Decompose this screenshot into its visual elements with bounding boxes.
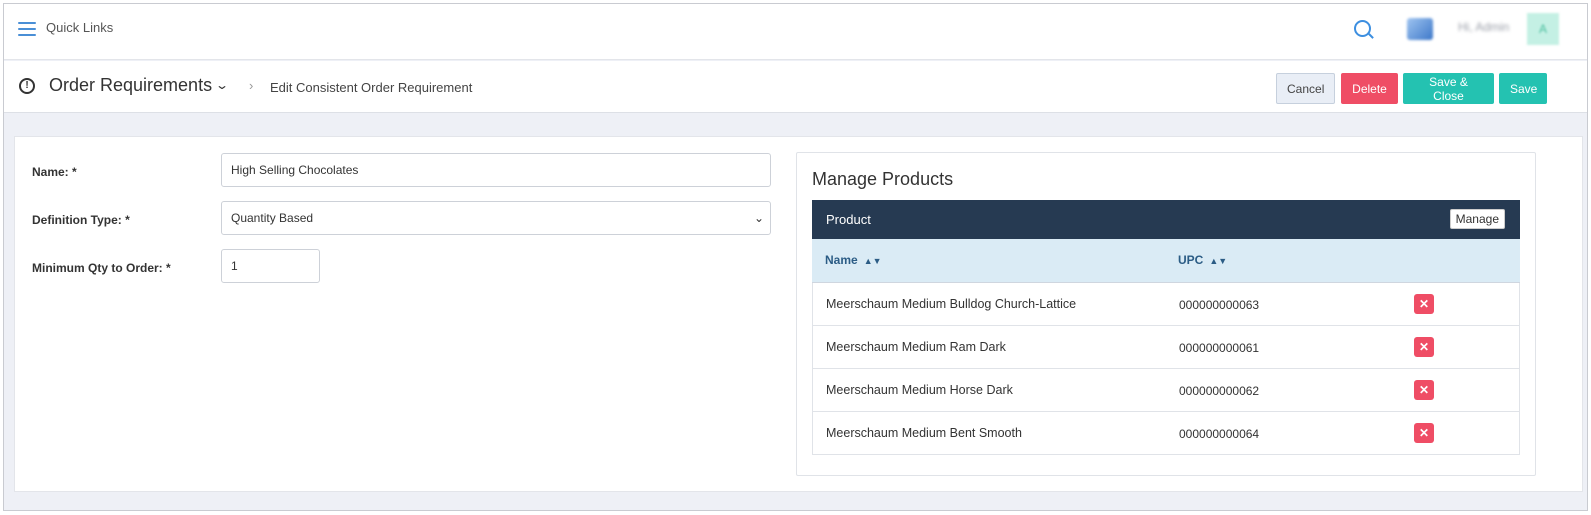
page-title: Order Requirements — [49, 75, 213, 95]
save-button[interactable]: Save — [1499, 73, 1547, 104]
cancel-button[interactable]: Cancel — [1276, 73, 1335, 104]
panel-title: Manage Products — [812, 169, 954, 189]
product-name: Meerschaum Medium Bent Smooth — [826, 426, 1022, 440]
min-qty-label: Minimum Qty to Order: * — [32, 261, 171, 275]
app-frame: Quick Links Hi, Admin A ! Order Requirem… — [3, 3, 1588, 511]
product-name: Meerschaum Medium Bulldog Church-Lattice — [826, 297, 1077, 311]
top-bar: Quick Links Hi, Admin A — [4, 4, 1587, 60]
table-row: Meerschaum Medium Horse Dark 00000000006… — [812, 369, 1520, 412]
table-row: Meerschaum Medium Bent Smooth 0000000000… — [812, 412, 1520, 455]
remove-icon[interactable]: ✕ — [1414, 337, 1434, 357]
column-name[interactable]: Name ▲▼ — [825, 253, 882, 267]
min-qty-field[interactable]: 1 — [221, 249, 320, 283]
product-upc: 000000000064 — [1179, 427, 1260, 441]
menu-icon[interactable] — [18, 22, 36, 36]
manage-products-panel: Manage Products Product Manage Name ▲▼ UP… — [796, 152, 1536, 476]
delete-button[interactable]: Delete — [1341, 73, 1398, 104]
breadcrumb-current: Edit Consistent Order Requirement — [270, 80, 473, 95]
definition-type-select[interactable]: Quantity Based ⌄ — [221, 201, 771, 235]
name-field[interactable]: High Selling Chocolates — [221, 153, 771, 187]
remove-icon[interactable]: ✕ — [1414, 380, 1434, 400]
manage-button[interactable]: Manage — [1449, 209, 1505, 229]
column-name-label: Name — [825, 253, 858, 267]
chevron-down-icon[interactable]: ⌄ — [215, 78, 229, 92]
column-upc-label: UPC — [1178, 253, 1204, 267]
search-icon[interactable] — [1354, 20, 1371, 37]
table-row: Meerschaum Medium Ram Dark 000000000061 … — [812, 326, 1520, 369]
product-table-header: Product Manage — [812, 200, 1520, 239]
chevron-down-icon: ⌄ — [753, 211, 764, 225]
product-header-label: Product — [826, 212, 871, 227]
page-header: ! Order Requirements ⌄ › Edit Consistent… — [4, 61, 1587, 113]
chevron-right-icon: › — [249, 78, 254, 93]
column-header-row: Name ▲▼ UPC ▲▼ — [812, 239, 1520, 283]
definition-type-label: Definition Type: * — [32, 213, 130, 227]
user-name[interactable]: Hi, Admin — [1458, 20, 1509, 34]
product-name: Meerschaum Medium Horse Dark — [826, 383, 1013, 397]
content-card: Name: * High Selling Chocolates Definiti… — [14, 136, 1583, 492]
remove-icon[interactable]: ✕ — [1414, 294, 1434, 314]
remove-icon[interactable]: ✕ — [1414, 423, 1434, 443]
definition-type-value: Quantity Based — [231, 211, 314, 225]
product-upc: 000000000062 — [1179, 384, 1260, 398]
apps-icon[interactable] — [1407, 18, 1433, 40]
quick-links-label[interactable]: Quick Links — [46, 20, 113, 35]
column-upc[interactable]: UPC ▲▼ — [1178, 253, 1227, 267]
table-row: Meerschaum Medium Bulldog Church-Lattice… — [812, 283, 1520, 326]
alert-circle-icon: ! — [19, 78, 35, 94]
save-close-button[interactable]: Save & Close — [1403, 73, 1494, 104]
product-name: Meerschaum Medium Ram Dark — [826, 340, 1006, 354]
product-upc: 000000000063 — [1179, 298, 1260, 312]
sort-icon[interactable]: ▲▼ — [1209, 256, 1227, 266]
name-label: Name: * — [32, 165, 77, 179]
product-upc: 000000000061 — [1179, 341, 1260, 355]
avatar[interactable]: A — [1527, 13, 1559, 45]
sort-icon[interactable]: ▲▼ — [864, 256, 882, 266]
